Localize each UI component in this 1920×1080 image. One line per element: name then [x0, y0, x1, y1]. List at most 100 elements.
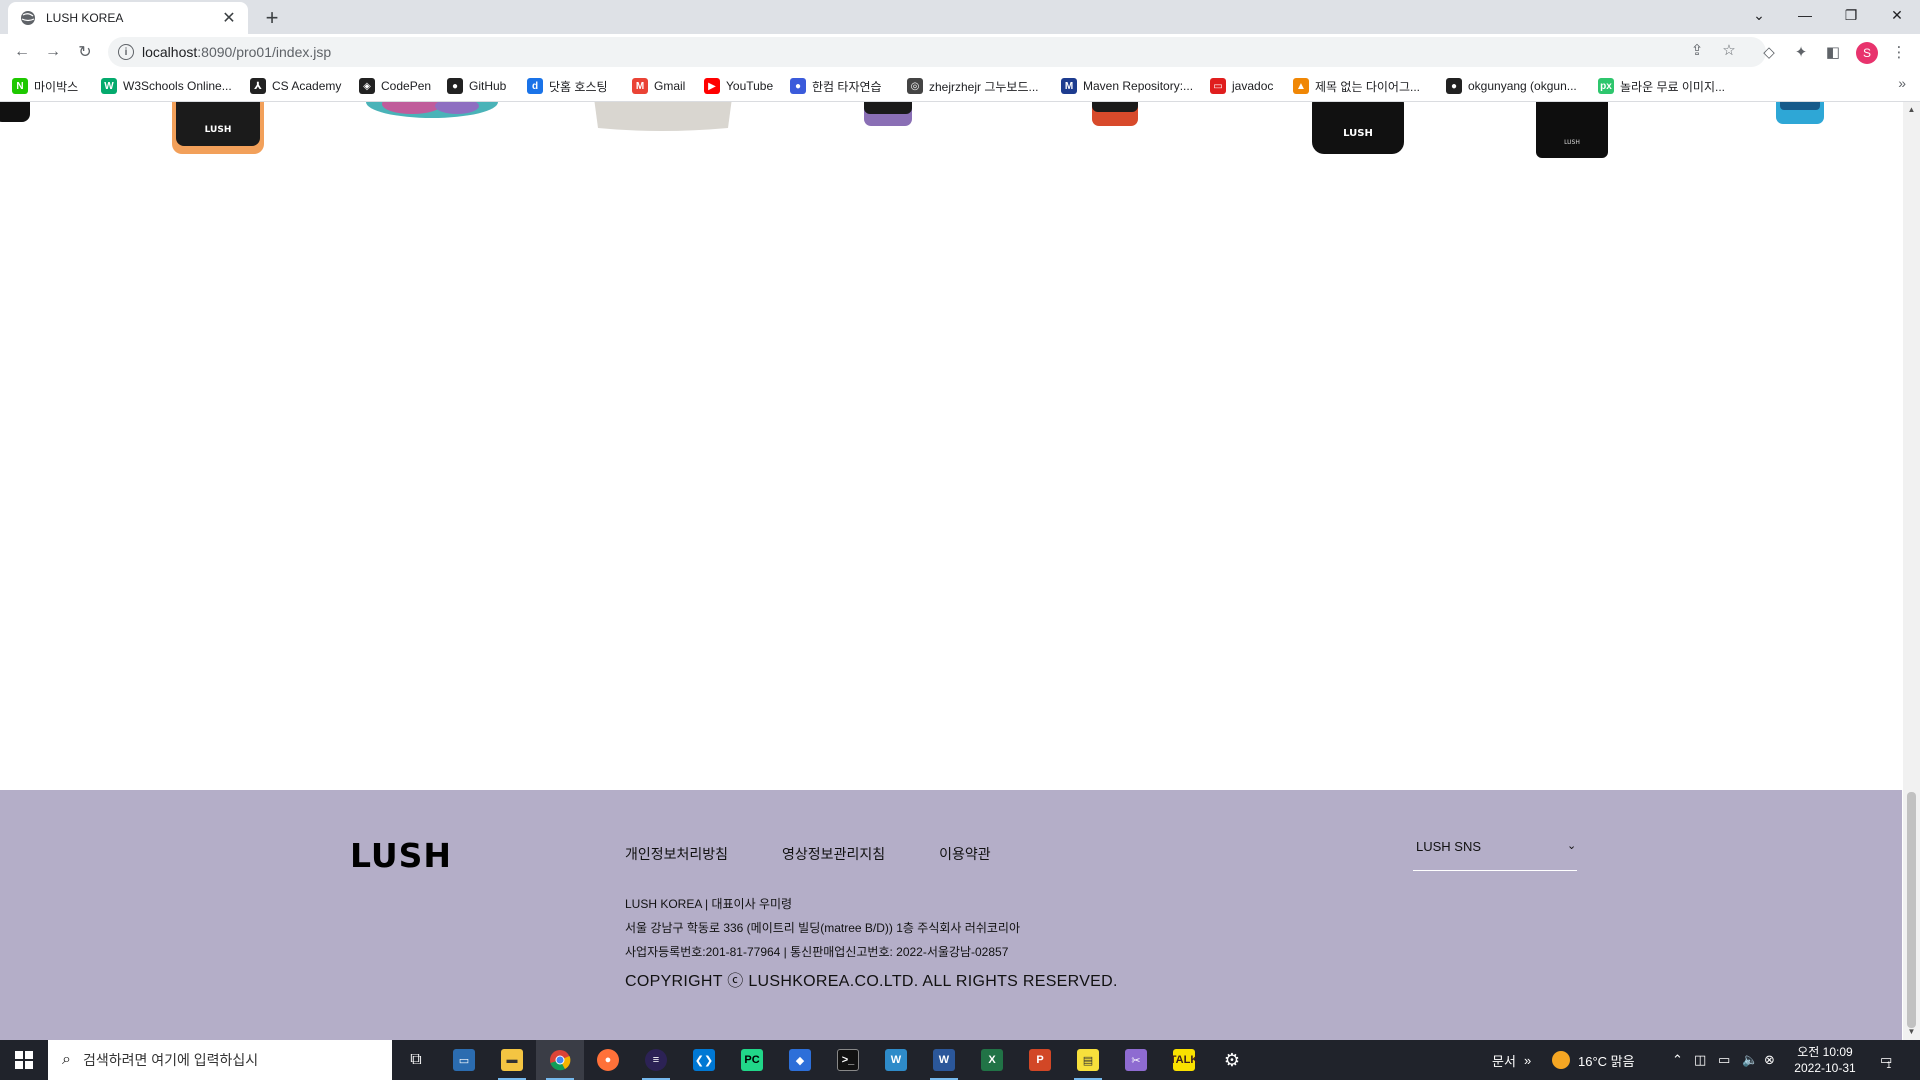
- product-image[interactable]: [362, 102, 502, 122]
- word-icon[interactable]: W: [920, 1040, 968, 1080]
- address-bar[interactable]: i localhost:8090/pro01/index.jsp: [108, 37, 1766, 67]
- tray-documents-label[interactable]: 문서: [1492, 1040, 1516, 1080]
- product-image[interactable]: [0, 102, 36, 128]
- system-clock[interactable]: 오전 10:09 2022-10-31: [1780, 1044, 1870, 1076]
- new-tab-button[interactable]: +: [258, 4, 286, 32]
- sns-select[interactable]: LUSH SNS ⌄: [1413, 839, 1577, 871]
- oracle-icon: ▭: [1210, 78, 1226, 94]
- bookmark-item[interactable]: W W3Schools Online...: [101, 76, 232, 96]
- sourcetree-icon[interactable]: ◆: [776, 1040, 824, 1080]
- menu-kebab-icon[interactable]: ⋮: [1888, 41, 1910, 63]
- chrome-icon[interactable]: [536, 1040, 584, 1080]
- bookmark-item[interactable]: d 닷홈 호스팅: [527, 76, 608, 96]
- bookmark-item[interactable]: ▲ 제목 없는 다이어그...: [1293, 76, 1420, 96]
- product-image[interactable]: LUSH: [1534, 102, 1610, 160]
- bookmark-item[interactable]: ● GitHub: [447, 76, 506, 96]
- url-text: localhost:8090/pro01/index.jsp: [142, 44, 331, 60]
- browser-tab-strip: LUSH KOREA ✕ + ⌄ — ❐ ✕: [0, 0, 1920, 34]
- bookmark-star-icon[interactable]: ☆: [1719, 40, 1739, 60]
- reload-button[interactable]: ↻: [72, 39, 98, 65]
- remote-desktop-icon[interactable]: ▭: [440, 1040, 488, 1080]
- taskbar-search[interactable]: ⌕ 검색하려면 여기에 입력하십시: [48, 1040, 392, 1080]
- firefox-icon[interactable]: ●: [584, 1040, 632, 1080]
- bookmark-item[interactable]: px 놀라운 무료 이미지...: [1598, 76, 1725, 96]
- bookmark-label: javadoc: [1232, 79, 1274, 93]
- lush-logo[interactable]: LUSH: [350, 836, 452, 875]
- profile-avatar[interactable]: S: [1856, 42, 1878, 64]
- back-button[interactable]: ←: [9, 39, 35, 65]
- ime-icon[interactable]: ⊗: [1764, 1040, 1775, 1080]
- notification-center[interactable]: ▭ 1: [1880, 1040, 1892, 1080]
- product-image[interactable]: LUSH: [170, 102, 266, 158]
- volume-muted-icon[interactable]: 🔈: [1742, 1040, 1758, 1080]
- bookmark-item[interactable]: ▭ javadoc: [1210, 76, 1273, 96]
- search-icon: ⌕: [62, 1051, 71, 1068]
- terminal-icon[interactable]: >_: [824, 1040, 872, 1080]
- weather-widget[interactable]: 16°C 맑음: [1552, 1040, 1635, 1080]
- tab-search-icon[interactable]: ⌄: [1736, 0, 1782, 30]
- bookmark-item[interactable]: N 마이박스: [12, 76, 78, 96]
- svg-text:LUSH: LUSH: [205, 125, 232, 135]
- bookmark-item[interactable]: ◎ zhejrzhejr 그누보드...: [907, 76, 1039, 96]
- tray-expand-icon[interactable]: »: [1524, 1040, 1531, 1080]
- sticky-notes-icon[interactable]: ▤: [1064, 1040, 1112, 1080]
- bookmark-label: 제목 없는 다이어그...: [1315, 79, 1420, 94]
- scrollbar-thumb[interactable]: [1907, 792, 1916, 1028]
- bookmark-item[interactable]: M Gmail: [632, 76, 685, 96]
- bookmark-item[interactable]: ● okgunyang (okgun...: [1446, 76, 1577, 96]
- product-image[interactable]: [1774, 102, 1826, 128]
- copyright-text: COPYRIGHT ⓒ LUSHKOREA.CO.LTD. ALL RIGHTS…: [625, 973, 1118, 990]
- task-view-icon[interactable]: ⧉: [392, 1040, 440, 1080]
- meet-now-icon[interactable]: ◫: [1694, 1040, 1706, 1080]
- extension-tag-icon[interactable]: ◇: [1758, 41, 1780, 63]
- eclipse-icon[interactable]: ≡: [632, 1040, 680, 1080]
- forward-button[interactable]: →: [40, 39, 66, 65]
- snipping-tool-icon[interactable]: ✂: [1112, 1040, 1160, 1080]
- bookmark-item[interactable]: ● 한컴 타자연습: [790, 76, 882, 96]
- word-pad-icon[interactable]: W: [872, 1040, 920, 1080]
- close-tab-icon[interactable]: ✕: [220, 8, 238, 28]
- naver-mybox-icon: N: [12, 78, 28, 94]
- page-scrollbar[interactable]: ▲ ▼: [1903, 102, 1920, 1040]
- bookmark-label: YouTube: [726, 79, 774, 93]
- minimize-button[interactable]: —: [1782, 0, 1828, 30]
- site-info-icon[interactable]: i: [118, 44, 134, 60]
- bookmark-label: Maven Repository:...: [1083, 79, 1194, 93]
- pycharm-icon[interactable]: PC: [728, 1040, 776, 1080]
- bookmark-item[interactable]: ◈ CodePen: [359, 76, 431, 96]
- codepen-icon: ◈: [359, 78, 375, 94]
- scroll-up-arrow-icon[interactable]: ▲: [1907, 105, 1916, 115]
- settings-gear-icon[interactable]: ⚙: [1208, 1040, 1256, 1080]
- browser-tab[interactable]: LUSH KOREA ✕: [8, 2, 248, 34]
- show-hidden-icons-icon[interactable]: ⌃: [1672, 1040, 1683, 1080]
- restore-button[interactable]: ❐: [1828, 0, 1874, 30]
- terms-link[interactable]: 이용약관: [939, 844, 991, 864]
- product-image[interactable]: [590, 102, 736, 134]
- bookmark-label: CodePen: [381, 79, 432, 93]
- scroll-down-arrow-icon[interactable]: ▼: [1907, 1027, 1916, 1037]
- screen: LUSH KOREA ✕ + ⌄ — ❐ ✕ ← → ↻ i localhost…: [0, 0, 1920, 1080]
- taskbar-search-placeholder: 검색하려면 여기에 입력하십시: [82, 1052, 259, 1068]
- globe-icon: [21, 11, 35, 25]
- vscode-icon[interactable]: ❮❯: [680, 1040, 728, 1080]
- extensions-puzzle-icon[interactable]: ✦: [1790, 41, 1812, 63]
- bookmark-item[interactable]: M Maven Repository:...: [1061, 76, 1193, 96]
- bookmark-item[interactable]: ⅄ CS Academy: [250, 76, 341, 96]
- windows-start-button[interactable]: [0, 1040, 48, 1080]
- share-icon[interactable]: ⇪: [1687, 40, 1707, 60]
- network-icon[interactable]: ▭: [1718, 1040, 1730, 1080]
- powerpoint-icon[interactable]: P: [1016, 1040, 1064, 1080]
- product-image[interactable]: [862, 102, 914, 130]
- side-panel-icon[interactable]: ◧: [1822, 41, 1844, 63]
- file-explorer-icon[interactable]: ▬: [488, 1040, 536, 1080]
- pixabay-icon: px: [1598, 78, 1614, 94]
- excel-icon[interactable]: X: [968, 1040, 1016, 1080]
- bookmark-item[interactable]: ▶ YouTube: [704, 76, 773, 96]
- product-image[interactable]: LUSH: [1310, 102, 1406, 158]
- product-image[interactable]: [1090, 102, 1140, 130]
- video-policy-link[interactable]: 영상정보관리지침: [782, 844, 885, 864]
- kakaotalk-icon[interactable]: TALK: [1160, 1040, 1208, 1080]
- close-window-button[interactable]: ✕: [1874, 0, 1920, 30]
- privacy-policy-link[interactable]: 개인정보처리방침: [625, 844, 728, 864]
- more-bookmarks-icon[interactable]: »: [1898, 75, 1906, 91]
